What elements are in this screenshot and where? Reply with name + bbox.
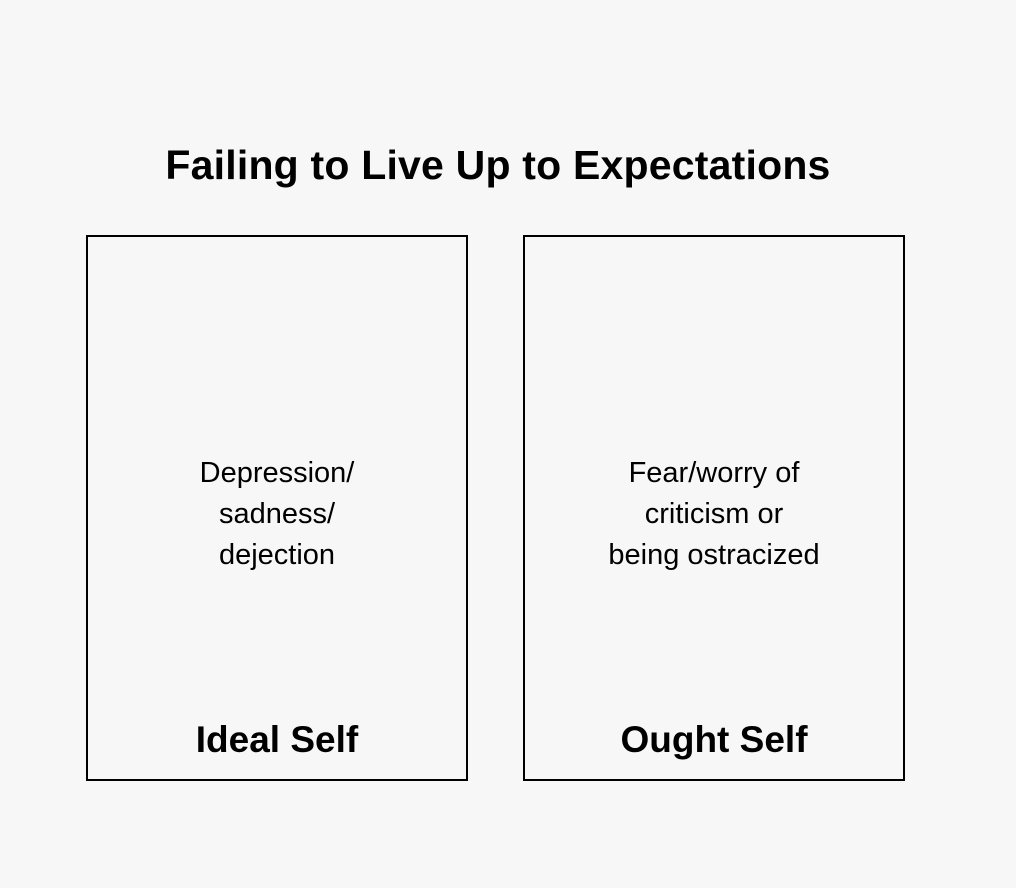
ideal-self-description: Depression/ sadness/ dejection xyxy=(199,457,355,571)
ought-self-box: Fear/worry of criticism or being ostraci… xyxy=(523,235,905,781)
ideal-self-box: Depression/ sadness/ dejection Ideal Sel… xyxy=(86,235,468,781)
ought-self-label: Ought Self xyxy=(620,719,808,760)
ideal-self-label: Ideal Self xyxy=(195,719,359,760)
ought-self-description: Fear/worry of criticism or being ostraci… xyxy=(608,457,820,571)
diagram-title: Failing to Live Up to Expectations xyxy=(165,142,831,188)
